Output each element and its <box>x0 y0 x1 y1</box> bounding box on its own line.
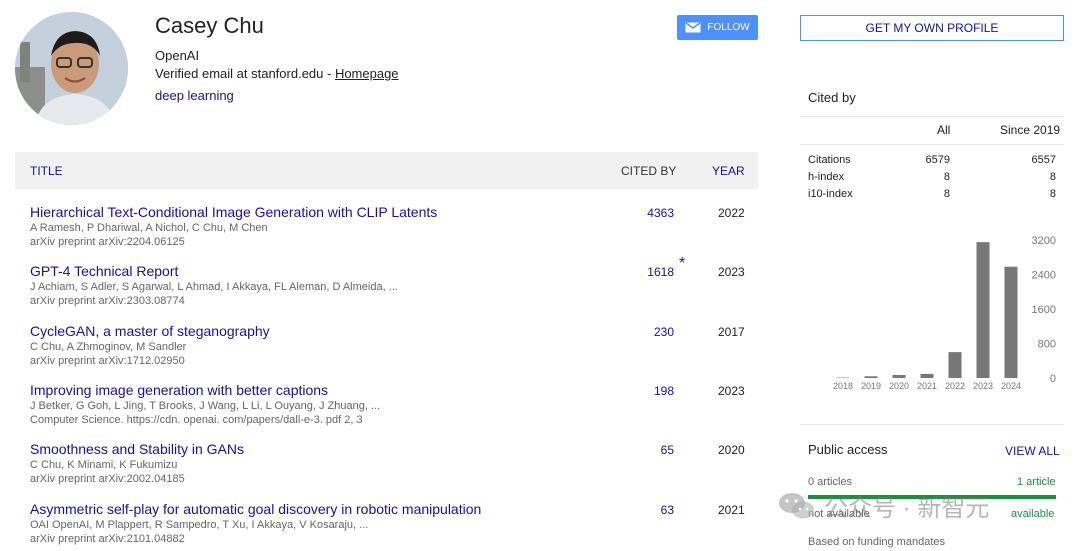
divider <box>800 116 1064 117</box>
citation-bar[interactable] <box>976 242 990 378</box>
publication-year: 2023 <box>718 265 745 279</box>
y-tick-label: 0 <box>1050 373 1056 385</box>
homepage-link[interactable]: Homepage <box>335 66 399 81</box>
col-since-header: Since 2019 <box>1000 123 1061 137</box>
profile-photo <box>15 12 128 125</box>
table-row: CycleGAN, a master of steganography C Ch… <box>15 323 758 381</box>
table-row: Hierarchical Text-Conditional Image Gene… <box>15 204 758 262</box>
table-row: Improving image generation with better c… <box>15 382 758 440</box>
cited-by-count[interactable]: 230 <box>654 325 674 339</box>
publication-authors: J Achiam, S Adler, S Agarwal, L Ahmad, I… <box>30 281 398 293</box>
x-tick-label: 2021 <box>917 381 937 391</box>
profile-name: Casey Chu <box>155 13 264 38</box>
view-all-link[interactable]: VIEW ALL <box>1005 444 1060 458</box>
verified-email-text: Verified email at stanford.edu - <box>155 66 335 81</box>
publication-venue: Computer Science. https://cdn. openai. c… <box>30 414 363 426</box>
citation-bar[interactable] <box>892 374 906 378</box>
publication-venue: arXiv preprint arXiv:2204.06125 <box>30 236 185 248</box>
table-row: GPT-4 Technical Report J Achiam, S Adler… <box>15 255 758 321</box>
cited-by-count[interactable]: 65 <box>661 443 674 457</box>
citation-bar[interactable] <box>920 373 934 378</box>
watermark-text: 公众号 · 新智元 <box>824 495 990 522</box>
publication-title[interactable]: Hierarchical Text-Conditional Image Gene… <box>30 204 437 220</box>
citation-bar[interactable] <box>948 352 962 378</box>
verified-email-line: Verified email at stanford.edu - Homepag… <box>155 66 399 81</box>
citation-bar[interactable] <box>1004 266 1018 378</box>
publication-year: 2023 <box>718 384 745 398</box>
publications-table-header: TITLE CITED BY YEAR <box>15 152 758 189</box>
cited-by-count[interactable]: 1618 <box>647 265 674 279</box>
publication-title[interactable]: GPT-4 Technical Report <box>30 263 178 279</box>
x-tick-label: 2018 <box>833 381 853 391</box>
publication-year: 2021 <box>718 503 745 517</box>
divider <box>800 424 1064 425</box>
y-tick-label: 1600 <box>1032 304 1056 316</box>
publication-authors: J Betker, G Goh, L Jing, T Brooks, J Wan… <box>30 400 381 412</box>
publication-year: 2020 <box>718 443 745 457</box>
funding-mandates-note: Based on funding mandates <box>808 536 945 548</box>
x-tick-label: 2023 <box>973 381 993 391</box>
publication-year: 2017 <box>718 325 745 339</box>
research-interest-link[interactable]: deep learning <box>155 88 234 103</box>
divider <box>800 144 1064 145</box>
publication-venue: arXiv preprint arXiv:2101.04882 <box>30 533 185 545</box>
publication-title[interactable]: Asymmetric self-play for automatic goal … <box>30 501 481 517</box>
cited-by-count[interactable]: 198 <box>654 384 674 398</box>
publication-title[interactable]: Smoothness and Stability in GANs <box>30 441 244 457</box>
publication-title[interactable]: CycleGAN, a master of steganography <box>30 323 270 339</box>
sort-by-year[interactable]: YEAR <box>712 164 745 178</box>
available-label: available <box>1011 508 1055 520</box>
publication-venue: arXiv preprint arXiv:1712.02950 <box>30 355 185 367</box>
get-my-own-profile-button[interactable]: GET MY OWN PROFILE <box>800 15 1064 41</box>
follow-label: FOLLOW <box>707 22 750 33</box>
not-available-count[interactable]: 0 articles <box>808 476 852 488</box>
wechat-icon <box>779 492 814 518</box>
publication-authors: C Chu, A Zhmoginov, M Sandler <box>30 341 187 353</box>
publication-authors: OAI OpenAI, M Plappert, R Sampedro, T Xu… <box>30 519 369 531</box>
available-count[interactable]: 1 article <box>1017 476 1056 488</box>
metric-label-citations: Citations <box>808 154 851 166</box>
cited-by-title: Cited by <box>808 90 856 105</box>
metric-since-citations: 6557 <box>1031 154 1056 166</box>
wechat-watermark: 公众号 · 新智元 <box>778 488 989 523</box>
sort-by-title[interactable]: TITLE <box>30 164 63 178</box>
metric-since-h-index: 8 <box>1049 171 1056 183</box>
sort-by-cited-by[interactable]: CITED BY <box>621 164 676 178</box>
y-tick-label: 2400 <box>1032 270 1056 282</box>
profile-affiliation: OpenAI <box>155 48 200 63</box>
x-tick-label: 2024 <box>1001 381 1021 391</box>
publication-title[interactable]: Improving image generation with better c… <box>30 382 328 398</box>
publication-authors: C Chu, K Minami, K Fukumizu <box>30 459 178 471</box>
public-access-title: Public access <box>808 442 888 457</box>
y-tick-label: 800 <box>1038 339 1056 351</box>
x-tick-label: 2022 <box>945 381 965 391</box>
citation-bar[interactable] <box>864 376 878 378</box>
mail-icon <box>685 22 701 33</box>
metric-all-i10-index: 8 <box>943 188 950 200</box>
metric-label-h-index: h-index <box>808 171 845 183</box>
publication-year: 2022 <box>718 206 745 220</box>
citations-per-year-chart: 0 800 1600 2400 3200 2018 2019 2020 2021 2022 2023… <box>833 235 1056 391</box>
cited-by-count[interactable]: 63 <box>661 503 674 517</box>
publication-venue: arXiv preprint arXiv:2303.08774 <box>30 295 185 307</box>
merged-citations-star[interactable]: * <box>679 255 685 273</box>
col-all-header: All <box>937 123 951 137</box>
publication-authors: A Ramesh, P Dhariwal, A Nichol, C Chu, M… <box>30 222 268 234</box>
publication-venue: arXiv preprint arXiv:2002.04185 <box>30 473 185 485</box>
x-tick-label: 2020 <box>889 381 909 391</box>
x-tick-label: 2019 <box>861 381 881 391</box>
metric-since-i10-index: 8 <box>1049 188 1056 200</box>
table-row: Asymmetric self-play for automatic goal … <box>15 501 758 551</box>
y-tick-label: 3200 <box>1032 235 1056 247</box>
metric-label-i10-index: i10-index <box>808 188 853 200</box>
follow-button[interactable]: FOLLOW <box>677 15 758 40</box>
metric-all-citations: 6579 <box>925 154 950 166</box>
metric-all-h-index: 8 <box>943 171 950 183</box>
table-row: Smoothness and Stability in GANs C Chu, … <box>15 441 758 499</box>
cited-by-count[interactable]: 4363 <box>647 206 674 220</box>
